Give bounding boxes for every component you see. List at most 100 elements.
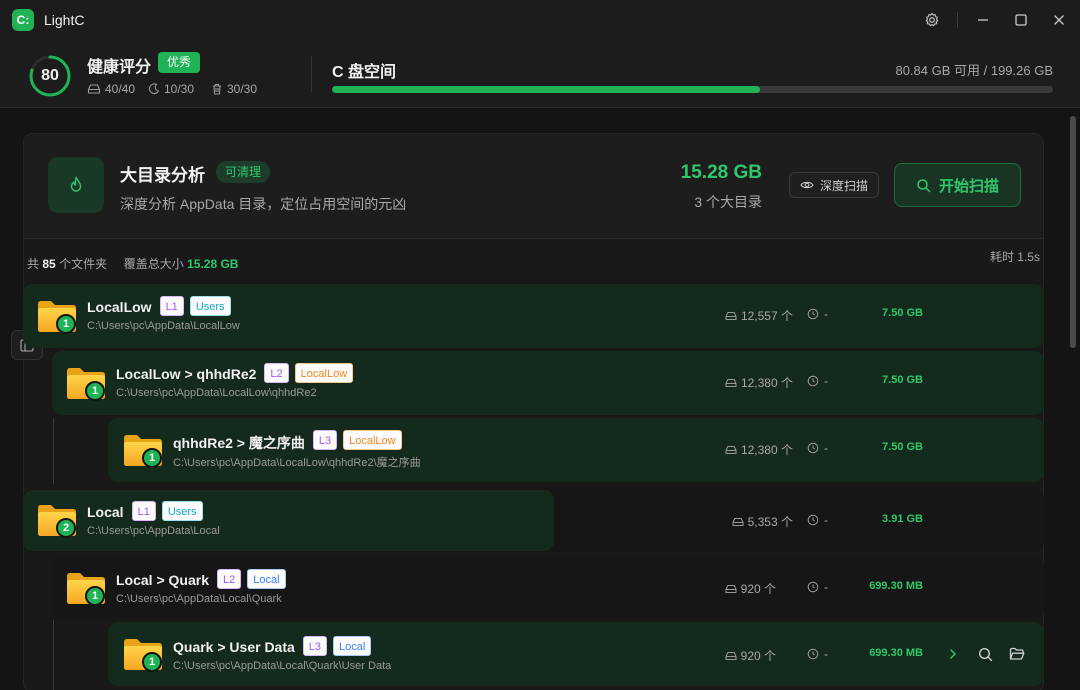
summary-bar: 80 健康评分 优秀 40/40 10/30 30/30 C 盘空间 80.84… (0, 40, 1080, 108)
modified-time-value: - (824, 307, 828, 321)
file-count-value: 5,353 个 (747, 515, 793, 529)
deep-scan-label: 深度扫描 (819, 178, 868, 193)
clock-icon (807, 581, 819, 593)
clock-icon (807, 442, 819, 454)
drive-icon (725, 445, 737, 454)
disk-usage-fill (332, 86, 761, 93)
level-tag: L3 (302, 636, 328, 656)
folder-count-badge: 2 (56, 518, 76, 538)
parent-tag: Local (333, 636, 372, 656)
trash-icon (213, 83, 221, 95)
file-count-value: 920 个 (740, 649, 776, 663)
drive-icon (725, 311, 737, 320)
modified-time: - (807, 441, 828, 455)
chevron-right-icon[interactable] (943, 644, 963, 664)
disk-title: C 盘空间 (332, 64, 397, 81)
card-header: 大目录分析 可清理 深度分析 AppData 目录，定位占用空间的元凶 15.2… (24, 134, 1043, 239)
parent-tag: LocalLow (343, 430, 402, 450)
modified-time-value: - (824, 441, 828, 455)
directory-name: Quark > User Data (173, 639, 295, 655)
disk-info: 80.84 GB 可用 / 199.26 GB (895, 63, 1053, 78)
file-count-value: 12,380 个 (740, 443, 793, 457)
file-count: 12,380 个 (725, 374, 793, 391)
directory-name: LocalLow > qhhdRe2 (116, 366, 257, 382)
directory-path: C:\Users\pc\AppData\Local\Quark\User Dat… (173, 660, 392, 672)
clock-icon (807, 308, 819, 320)
health-score: 80 (41, 67, 59, 84)
health-stat-value: 40/40 (105, 82, 136, 96)
file-count-value: 12,380 个 (740, 376, 793, 390)
directory-path: C:\Users\pc\AppData\LocalLow\qhhdRe2\魔之序… (173, 457, 421, 469)
minimize-icon[interactable] (973, 10, 993, 30)
gear-icon[interactable] (922, 10, 942, 30)
health-title: 健康评分 (87, 59, 152, 76)
directory-name: qhhdRe2 > 魔之序曲 (173, 435, 305, 451)
flame-icon (70, 176, 82, 192)
deep-scan-button[interactable]: 深度扫描 (789, 172, 879, 198)
folder-stats: 共 85 个文件夹 覆盖总大小 15.28 GB (27, 255, 238, 272)
directory-name: Local > Quark (116, 572, 209, 588)
directory-size: 7.50 GB (882, 374, 923, 386)
drive-icon (725, 651, 737, 660)
directory-size: 7.50 GB (882, 441, 923, 453)
directory-size: 7.50 GB (882, 307, 923, 319)
folder-count-badge: 1 (56, 314, 76, 334)
drive-icon (725, 378, 737, 387)
modified-time: - (807, 580, 828, 594)
drive-icon (732, 517, 744, 526)
summary-divider (311, 56, 312, 92)
search-icon[interactable] (975, 644, 995, 664)
directory-path: C:\Users\pc\AppData\Local\Quark (116, 593, 282, 605)
health-stat-value: 30/30 (227, 82, 258, 96)
stats-folder-suffix: 个文件夹 (59, 257, 108, 271)
analysis-badge: 可清理 (216, 161, 271, 183)
directory-row-highlight (23, 490, 554, 551)
file-count: 5,353 个 (732, 513, 793, 530)
file-count: 12,380 个 (725, 441, 793, 458)
level-tag: L1 (131, 501, 156, 521)
modified-time: - (807, 513, 828, 527)
maximize-icon[interactable] (1011, 10, 1031, 30)
folder-count-badge: 1 (85, 381, 105, 401)
start-scan-button[interactable]: 开始扫描 (894, 163, 1021, 207)
scrollbar[interactable] (1070, 116, 1076, 348)
health-stat-value: 10/30 (164, 82, 195, 96)
directory-name: Local (87, 504, 124, 520)
clock-icon (807, 648, 819, 660)
file-count: 920 个 (725, 647, 776, 664)
clock-icon (807, 375, 819, 387)
directory-path: C:\Users\pc\AppData\Local (87, 525, 220, 537)
health-stat-trash: 30/30 (211, 82, 257, 96)
modified-time-value: - (824, 580, 828, 594)
analysis-dir-count: 3 个大目录 (694, 194, 762, 210)
folder-open-icon[interactable] (1007, 644, 1027, 664)
app-name: LightC (44, 12, 85, 28)
directory-name: LocalLow (87, 299, 152, 315)
modified-time-value: - (824, 513, 828, 527)
parent-tag: Users (189, 296, 231, 316)
health-badge: 优秀 (158, 52, 201, 73)
tree-connector (53, 418, 54, 484)
level-tag: L3 (312, 430, 338, 450)
directory-size: 699.30 MB (869, 580, 923, 592)
analysis-total-size: 15.28 GB (680, 162, 762, 183)
clock-icon (807, 514, 819, 526)
start-scan-label: 开始扫描 (938, 177, 999, 195)
disk-usage-bar (332, 86, 1053, 93)
level-tag: L2 (264, 363, 289, 383)
stats-size-label: 覆盖总大小 (123, 257, 184, 271)
modified-time: - (807, 647, 828, 661)
file-count-value: 12,557 个 (740, 309, 793, 323)
folder-count-badge: 1 (85, 586, 105, 606)
app-logo: C: (12, 9, 34, 31)
modified-time-value: - (824, 647, 828, 661)
level-tag: L1 (159, 296, 184, 316)
title-bar: C: LightC (0, 0, 1080, 40)
moon-icon (148, 83, 160, 95)
folder-count-badge: 1 (142, 448, 162, 468)
health-stat-sleep: 10/30 (148, 82, 194, 96)
stats-total-size: 15.28 GB (187, 257, 239, 271)
tree-connector (53, 620, 54, 690)
directory-path: C:\Users\pc\AppData\LocalLow (87, 320, 240, 332)
close-icon[interactable] (1049, 10, 1069, 30)
